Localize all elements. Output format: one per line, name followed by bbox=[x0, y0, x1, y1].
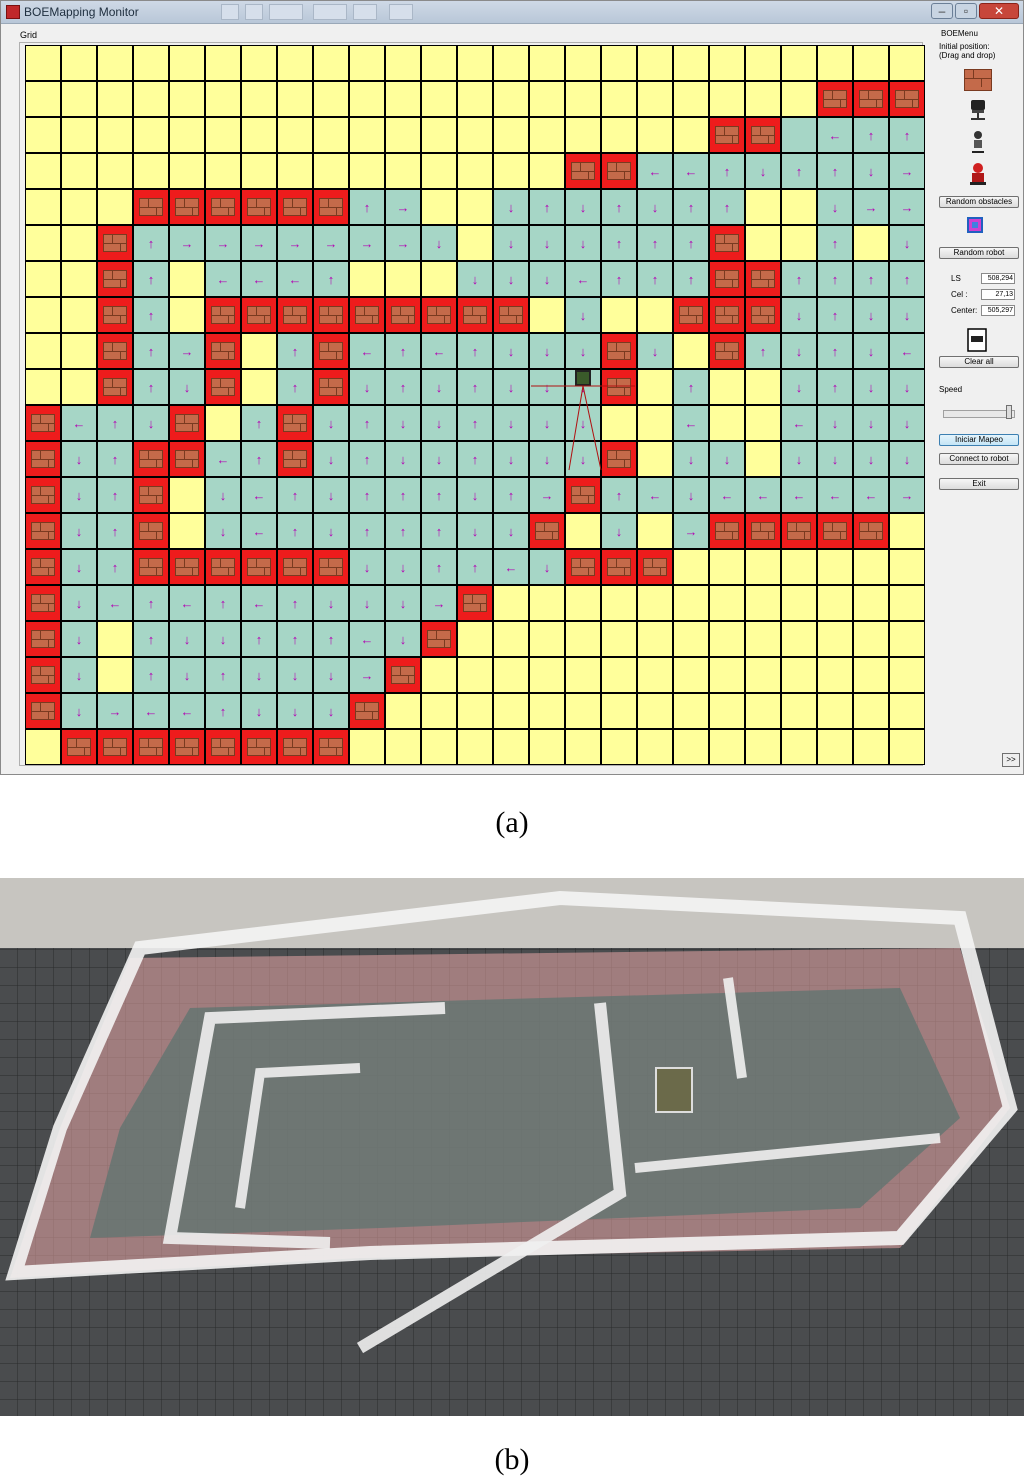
ls-value-field[interactable]: 508,294 bbox=[981, 273, 1015, 284]
sensor-ray bbox=[568, 385, 584, 471]
robot-in-photo bbox=[655, 1067, 693, 1113]
connect-robot-button[interactable]: Connect to robot bbox=[939, 453, 1019, 465]
office-chair-icon[interactable] bbox=[963, 97, 993, 123]
minimize-button[interactable]: – bbox=[931, 3, 953, 19]
window-title: BOEMapping Monitor bbox=[24, 5, 139, 19]
cel-value-field[interactable]: 27,13 bbox=[981, 289, 1015, 300]
brick-obstacle-icon[interactable] bbox=[963, 67, 993, 93]
initial-position-label: Initial position: bbox=[939, 42, 990, 51]
drag-hint: (Drag and drop) bbox=[939, 51, 996, 60]
speed-slider-thumb[interactable] bbox=[1006, 405, 1012, 419]
title-bar[interactable]: BOEMapping Monitor – ▫ ✕ bbox=[1, 1, 1023, 24]
toolbar-dropdown[interactable] bbox=[313, 4, 347, 20]
close-button[interactable]: ✕ bbox=[979, 3, 1019, 19]
speed-label: Speed bbox=[939, 385, 963, 394]
random-robot-button[interactable]: Random robot bbox=[939, 247, 1019, 259]
menu-title: BOEMenu bbox=[941, 29, 978, 38]
speed-slider[interactable] bbox=[943, 410, 1015, 418]
toolbar-dropdown[interactable] bbox=[389, 4, 413, 20]
side-panel: BOEMenu Initial position: (Drag and drop… bbox=[935, 29, 1021, 769]
sensor-ray bbox=[582, 385, 602, 471]
app-window: BOEMapping Monitor – ▫ ✕ Grid ← ↑ ↑ ← ← ↑ ↓ ↑ ↑ ↓… bbox=[0, 0, 1024, 775]
robot-select-icon[interactable] bbox=[965, 215, 985, 235]
start-mapping-button[interactable]: Iniciar Mapeo bbox=[939, 434, 1019, 446]
toolbar-dropdown[interactable] bbox=[353, 4, 377, 20]
maximize-button[interactable]: ▫ bbox=[955, 3, 977, 19]
toolbar-icon[interactable] bbox=[221, 4, 239, 20]
cel-label: Cel : bbox=[951, 290, 968, 299]
toolbar-dropdown[interactable] bbox=[269, 4, 303, 20]
caption-b: (b) bbox=[494, 1443, 530, 1476]
sensor-rays bbox=[531, 385, 635, 471]
visited-area bbox=[90, 988, 960, 1238]
expand-panel-button[interactable]: >> bbox=[1002, 753, 1020, 767]
clear-all-button[interactable]: Clear all bbox=[939, 356, 1019, 368]
exit-button[interactable]: Exit bbox=[939, 478, 1019, 490]
ls-label: LS bbox=[951, 274, 961, 283]
memory-chip-icon[interactable] bbox=[965, 327, 989, 353]
center-label: Center: bbox=[951, 306, 978, 315]
robot-figure-icon[interactable] bbox=[963, 129, 993, 155]
center-value-field[interactable]: 505,297 bbox=[981, 305, 1015, 316]
map-grid[interactable]: ← ↑ ↑ ← ← ↑ ↓ ↑ ↑ ↓ → ↑ → ↓ ↑ ↓ ↑ ↓ ↑ ↑ ↓ → → ↑ → → → → → → → ↓ ↓ ↓ ↓ ↑ ↑ ↑ ↑ ↓… bbox=[25, 45, 925, 765]
app-icon bbox=[6, 5, 20, 19]
random-obstacles-button[interactable]: Random obstacles bbox=[939, 196, 1019, 208]
photo-overlay bbox=[0, 878, 1024, 1416]
grid-group-label: Grid bbox=[20, 30, 38, 40]
caption-a: (a) bbox=[495, 806, 529, 839]
red-robot-icon[interactable] bbox=[963, 161, 993, 187]
toolbar-icon[interactable] bbox=[245, 4, 263, 20]
